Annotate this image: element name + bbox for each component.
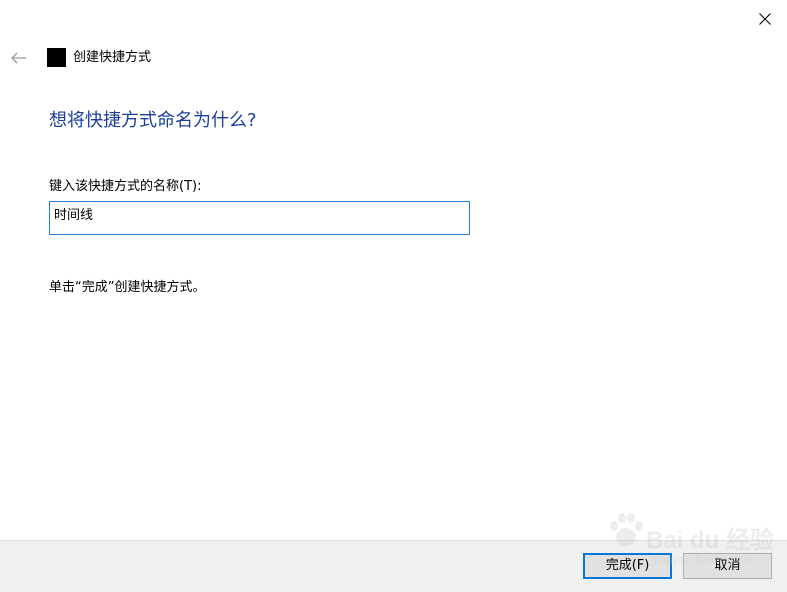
- page-heading: 想将快捷方式命名为什么?: [49, 110, 257, 131]
- close-button[interactable]: [743, 0, 787, 38]
- cancel-button[interactable]: 取消: [683, 553, 772, 579]
- close-icon: [759, 13, 771, 25]
- finish-button[interactable]: 完成(F): [583, 553, 672, 579]
- shortcut-name-label: 键入该快捷方式的名称(T):: [49, 179, 202, 194]
- window-title: 创建快捷方式: [73, 50, 152, 65]
- button-bar: 完成(F) 取消: [0, 540, 787, 592]
- shortcut-name-input[interactable]: [49, 201, 470, 235]
- shortcut-wizard-window: 创建快捷方式 想将快捷方式命名为什么? 键入该快捷方式的名称(T): 单击“完成…: [0, 0, 787, 592]
- back-button[interactable]: [4, 44, 34, 72]
- finish-hint: 单击“完成”创建快捷方式。: [49, 280, 206, 295]
- back-arrow-icon: [11, 52, 26, 64]
- shortcut-app-icon: [47, 48, 66, 67]
